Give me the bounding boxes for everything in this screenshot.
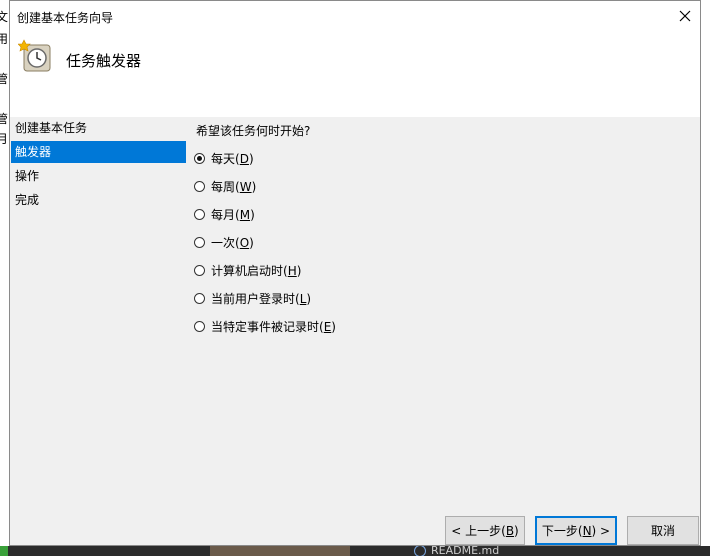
cancel-button[interactable]: 取消 xyxy=(627,516,699,545)
radio-indicator xyxy=(194,208,205,220)
radio-label: 一次(O) xyxy=(211,235,254,250)
radio-indicator xyxy=(194,292,205,304)
step-trigger[interactable]: 触发器 xyxy=(11,141,186,163)
radio-once[interactable]: 一次(O) xyxy=(194,233,254,251)
close-button[interactable] xyxy=(670,1,700,31)
radio-indicator xyxy=(194,236,205,248)
radio-indicator xyxy=(194,180,205,192)
step-label: 操作 xyxy=(15,169,40,183)
step-label: 创建基本任务 xyxy=(15,121,88,135)
back-button[interactable]: < 上一步(B) xyxy=(445,516,525,545)
background-image xyxy=(210,546,350,556)
radio-on-event[interactable]: 当特定事件被记录时(E) xyxy=(194,317,336,335)
screen: 文 用 管 管 月 README.md 创建基本任务向导 任务触发器 创建基本任… xyxy=(0,0,710,556)
next-button-label: 下一步(N) > xyxy=(541,524,611,538)
radio-indicator xyxy=(194,264,205,276)
background-window-left: 文 用 管 管 月 xyxy=(0,0,9,556)
cancel-button-label: 取消 xyxy=(650,524,675,538)
radio-weekly[interactable]: 每周(W) xyxy=(194,177,256,195)
background-window-right xyxy=(701,0,710,556)
radio-daily[interactable]: 每天(D) xyxy=(194,149,254,167)
radio-label: 计算机启动时(H) xyxy=(211,263,302,278)
info-icon xyxy=(414,545,426,556)
radio-label: 每月(M) xyxy=(211,207,255,222)
radio-indicator xyxy=(194,152,205,164)
close-icon xyxy=(679,10,691,22)
window-title: 创建基本任务向导 xyxy=(17,11,114,25)
wizard-steps: 创建基本任务 触发器 操作 完成 xyxy=(11,117,186,213)
step-label: 触发器 xyxy=(15,145,52,159)
radio-label: 每周(W) xyxy=(211,179,257,194)
radio-at-logon[interactable]: 当前用户登录时(L) xyxy=(194,289,311,307)
background-taskbar: README.md xyxy=(0,544,710,556)
scheduled-task-clock-icon xyxy=(18,39,51,72)
page-heading: 任务触发器 xyxy=(66,52,142,70)
radio-indicator xyxy=(194,320,205,332)
radio-at-startup[interactable]: 计算机启动时(H) xyxy=(194,261,301,279)
wizard-header: 任务触发器 xyxy=(10,31,700,117)
back-button-label: < 上一步(B) xyxy=(451,524,519,538)
wizard-dialog: 创建基本任务向导 任务触发器 创建基本任务 触发器 操作 完成 希望该任务何时开… xyxy=(9,0,701,546)
background-text: 月 xyxy=(0,132,9,146)
background-text: 用 xyxy=(0,32,9,46)
background-text: 管 xyxy=(0,112,9,126)
step-label: 完成 xyxy=(15,193,40,207)
radio-label: 当特定事件被记录时(E) xyxy=(211,319,336,334)
next-button[interactable]: 下一步(N) > xyxy=(535,516,617,545)
trigger-question: 希望该任务何时开始? xyxy=(196,124,311,138)
radio-monthly[interactable]: 每月(M) xyxy=(194,205,255,223)
background-text: 管 xyxy=(0,72,9,86)
step-finish[interactable]: 完成 xyxy=(11,189,186,211)
title-bar: 创建基本任务向导 xyxy=(10,1,700,31)
step-create-basic-task[interactable]: 创建基本任务 xyxy=(11,117,186,139)
background-text: 文 xyxy=(0,10,9,24)
radio-label: 当前用户登录时(L) xyxy=(211,291,312,306)
step-action[interactable]: 操作 xyxy=(11,165,186,187)
radio-label: 每天(D) xyxy=(211,151,254,166)
background-green-block xyxy=(0,546,8,556)
